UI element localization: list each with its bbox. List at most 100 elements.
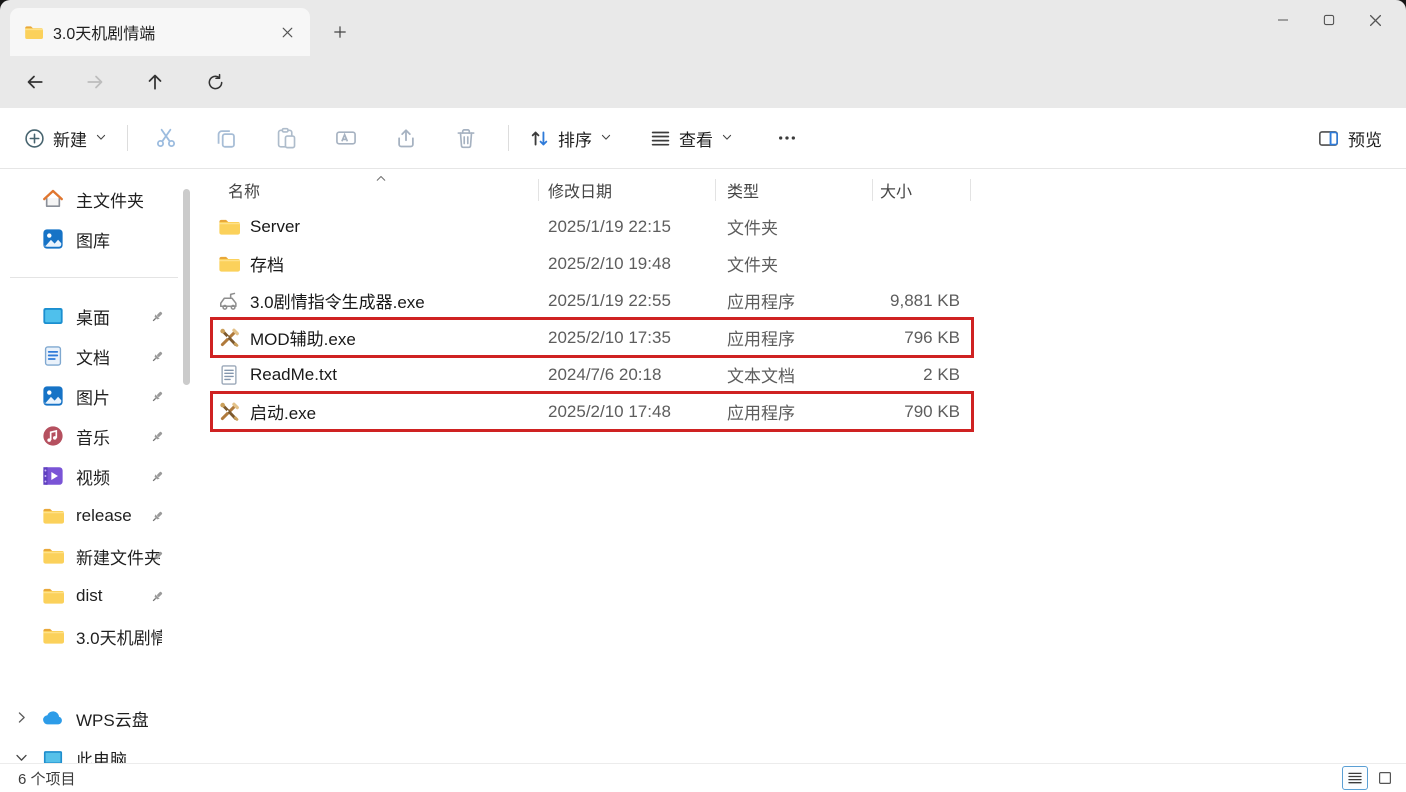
toolbar-divider bbox=[127, 125, 128, 151]
cut-icon bbox=[155, 127, 177, 149]
sidebar-item-release[interactable]: release bbox=[2, 496, 188, 536]
preview-button[interactable]: 预览 bbox=[1310, 108, 1390, 169]
new-tab-button[interactable] bbox=[326, 18, 354, 46]
new-button[interactable]: 新建 bbox=[14, 118, 117, 159]
desktop-icon bbox=[42, 305, 64, 327]
column-header-date[interactable]: 修改日期 bbox=[538, 178, 715, 202]
window-controls bbox=[1260, 2, 1398, 38]
sidebar-item-label: 图片 bbox=[76, 384, 110, 409]
sidebar-item-home[interactable]: 主文件夹 bbox=[2, 179, 188, 219]
sidebar-item-pictures[interactable]: 图片 bbox=[2, 376, 188, 416]
column-divider[interactable] bbox=[715, 179, 716, 201]
chevron-down-icon bbox=[721, 128, 733, 148]
app-tool-icon bbox=[218, 327, 240, 349]
file-row-4[interactable]: ReadMe.txt2024/7/6 20:18文本文档2 KB bbox=[210, 356, 974, 393]
up-button[interactable] bbox=[138, 65, 172, 99]
item-count: 6 个项目 bbox=[18, 768, 76, 789]
minimize-icon bbox=[1275, 12, 1291, 28]
sidebar-item-this-pc[interactable]: 此电脑 bbox=[2, 738, 188, 763]
sidebar-scrollbar[interactable] bbox=[183, 189, 190, 385]
up-icon bbox=[145, 72, 165, 92]
close-icon bbox=[280, 25, 295, 40]
sort-button[interactable]: 排序 bbox=[519, 118, 622, 159]
paste-button[interactable] bbox=[266, 118, 306, 158]
sort-label: 排序 bbox=[558, 126, 592, 151]
documents-icon bbox=[42, 345, 64, 367]
file-date: 2024/7/6 20:18 bbox=[538, 365, 715, 385]
share-button[interactable] bbox=[386, 118, 426, 158]
gallery-icon bbox=[42, 228, 64, 250]
chevron-right-icon[interactable] bbox=[14, 710, 30, 726]
view-toggles bbox=[1342, 766, 1398, 790]
close-window-button[interactable] bbox=[1352, 2, 1398, 38]
view-button[interactable]: 查看 bbox=[640, 118, 743, 159]
file-name: ReadMe.txt bbox=[250, 365, 337, 385]
column-header-name[interactable]: 名称 bbox=[210, 178, 538, 202]
release-icon bbox=[42, 505, 64, 527]
sidebar-item-videos[interactable]: 视频 bbox=[2, 456, 188, 496]
back-button[interactable] bbox=[18, 65, 52, 99]
cut-button[interactable] bbox=[146, 118, 186, 158]
this-pc-icon bbox=[42, 747, 64, 763]
tab-title: 3.0天机剧情端 bbox=[53, 20, 274, 44]
column-divider[interactable] bbox=[538, 179, 539, 201]
details-view-button[interactable] bbox=[1342, 766, 1368, 790]
main-area: 主文件夹图库桌面文档图片音乐视频 release 新建文件夹dist3.0天机剧情端… bbox=[0, 169, 1406, 763]
chevron-down-icon bbox=[600, 128, 612, 148]
copy-icon bbox=[215, 127, 237, 149]
file-row-3[interactable]: MOD辅助.exe2025/2/10 17:35应用程序796 KB bbox=[210, 319, 974, 356]
folder-icon bbox=[24, 23, 43, 42]
folder-icon bbox=[218, 253, 240, 275]
file-row-5[interactable]: 启动.exe2025/2/10 17:48应用程序790 KB bbox=[210, 393, 974, 430]
plus-icon bbox=[332, 24, 348, 40]
file-size: 796 KB bbox=[872, 328, 974, 348]
sidebar-item-new-folder[interactable]: 新建文件夹 bbox=[2, 536, 188, 576]
column-header-type[interactable]: 类型 bbox=[715, 178, 872, 202]
file-row-1[interactable]: 存档2025/2/10 19:48文件夹 bbox=[210, 245, 974, 282]
home-icon bbox=[42, 188, 64, 210]
navigation-bar: 此电脑娱乐 (E:)GameStar Rail3.0天机剧情端 bbox=[0, 56, 1406, 108]
file-rows: Server2025/1/19 22:15文件夹存档2025/2/10 19:4… bbox=[210, 208, 974, 430]
file-date: 2025/1/19 22:55 bbox=[538, 291, 715, 311]
file-name: 启动.exe bbox=[250, 399, 316, 424]
command-bar: 新建 排序 查看 预览 bbox=[0, 108, 1406, 169]
sidebar-item-documents[interactable]: 文档 bbox=[2, 336, 188, 376]
minimize-button[interactable] bbox=[1260, 2, 1306, 38]
tab-close-button[interactable] bbox=[274, 19, 300, 45]
sidebar-item-dist[interactable]: dist bbox=[2, 576, 188, 616]
pin-icon bbox=[149, 308, 166, 325]
explorer-tab[interactable]: 3.0天机剧情端 bbox=[10, 8, 310, 56]
more-options-button[interactable] bbox=[767, 118, 807, 158]
icons-view-button[interactable] bbox=[1372, 766, 1398, 790]
sidebar-item-wps-cloud[interactable]: WPS云盘 bbox=[2, 698, 188, 738]
column-divider[interactable] bbox=[970, 179, 971, 201]
forward-button[interactable] bbox=[78, 65, 112, 99]
status-bar: 6 个项目 bbox=[0, 763, 1406, 792]
sidebar-item-music[interactable]: 音乐 bbox=[2, 416, 188, 456]
ellipsis-icon bbox=[776, 127, 798, 149]
copy-button[interactable] bbox=[206, 118, 246, 158]
sidebar-item-story-client[interactable]: 3.0天机剧情端 bbox=[2, 616, 188, 656]
sidebar-item-desktop[interactable]: 桌面 bbox=[2, 296, 188, 336]
sort-icon bbox=[529, 128, 550, 149]
sidebar-item-label: release bbox=[76, 506, 132, 526]
file-name-cell: ReadMe.txt bbox=[210, 364, 538, 386]
file-date: 2025/1/19 22:15 bbox=[538, 217, 715, 237]
file-row-2[interactable]: 3.0剧情指令生成器.exe2025/1/19 22:55应用程序9,881 K… bbox=[210, 282, 974, 319]
delete-button[interactable] bbox=[446, 118, 486, 158]
details-view-icon bbox=[1347, 770, 1363, 786]
sidebar-item-label: 主文件夹 bbox=[76, 187, 144, 212]
column-header-size[interactable]: 大小 bbox=[872, 178, 974, 202]
sidebar-divider bbox=[10, 277, 178, 278]
rename-button[interactable] bbox=[326, 118, 366, 158]
sidebar-item-label: 文档 bbox=[76, 344, 110, 369]
column-divider[interactable] bbox=[872, 179, 873, 201]
file-name-cell: Server bbox=[210, 216, 538, 238]
file-row-0[interactable]: Server2025/1/19 22:15文件夹 bbox=[210, 208, 974, 245]
chevron-down-icon[interactable] bbox=[14, 750, 30, 763]
refresh-button[interactable] bbox=[198, 65, 232, 99]
title-bar: 3.0天机剧情端 bbox=[0, 0, 1406, 56]
maximize-button[interactable] bbox=[1306, 2, 1352, 38]
sidebar-item-label: 音乐 bbox=[76, 424, 110, 449]
sidebar-item-gallery[interactable]: 图库 bbox=[2, 219, 188, 259]
